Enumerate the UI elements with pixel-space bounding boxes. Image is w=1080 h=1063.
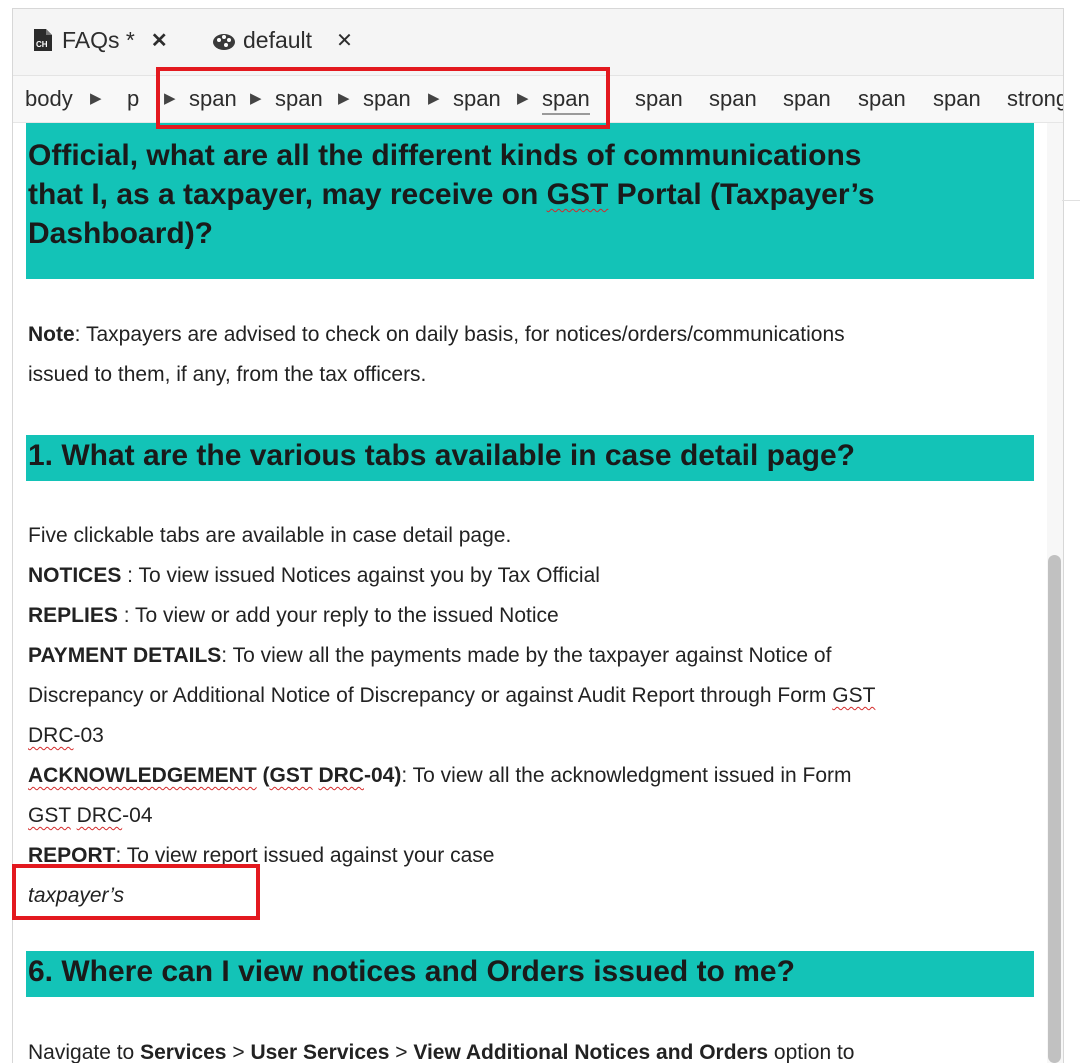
notices-line: NOTICES : To view issued Notices against… [28,564,600,587]
side-divider [1062,200,1080,201]
tab-faqs-label: FAQs * [62,26,135,53]
breadcrumb-p[interactable]: p [127,86,139,112]
payment-line2: Discrepancy or Additional Notice of Disc… [28,684,876,707]
scrollbar-thumb[interactable] [1048,555,1061,1063]
editor-window: CH FAQs * ✕ default ✕ body ▶ p ▶ span ▶ … [12,8,1064,1063]
palette-icon [213,34,235,50]
ack-line1: ACKNOWLEDGEMENT (GST DRC-04): To view al… [28,764,852,787]
replies-line: REPLIES : To view or add your reply to t… [28,604,559,627]
payment-line3: DRC-03 [28,724,104,747]
breadcrumb-span-1[interactable]: span [189,86,237,112]
breadcrumb-span-8[interactable]: span [783,86,831,112]
breadcrumb-span-10[interactable]: span [933,86,981,112]
breadcrumb-body[interactable]: body [25,86,73,112]
tab-default-label: default [243,26,313,53]
taxpayers-italic-text: taxpayer’s [28,884,125,907]
breadcrumb-arrow-icon: ▶ [90,90,102,107]
vertical-scrollbar[interactable] [1047,123,1063,1063]
breadcrumb-span-7[interactable]: span [709,86,757,112]
breadcrumb-span-5-active[interactable]: span [542,86,590,115]
tabs-intro: Five clickable tabs are available in cas… [28,524,512,547]
navigate-line: Navigate to Services > User Services > V… [28,1041,855,1063]
breadcrumb-arrow-icon: ▶ [517,90,529,107]
report-line: REPORT: To view report issued against yo… [28,844,495,867]
document-cn-icon: CH [34,29,52,51]
document-content[interactable]: Official, what are all the different kin… [13,123,1063,1063]
heading-q6: 6. Where can I view notices and Orders i… [26,951,1034,997]
heading-top-band: Official, what are all the different kin… [26,123,1034,279]
tab-default[interactable]: default ✕ [211,23,353,57]
tab-default-close-icon[interactable]: ✕ [336,28,353,53]
svg-text:CH: CH [36,40,48,49]
note-line2: issued to them, if any, from the tax off… [28,363,427,386]
payment-line1: PAYMENT DETAILS: To view all the payment… [28,644,832,667]
heading-q1: 1. What are the various tabs available i… [26,435,1034,481]
breadcrumb-arrow-icon: ▶ [338,90,350,107]
breadcrumb-span-9[interactable]: span [858,86,906,112]
breadcrumb-span-3[interactable]: span [363,86,411,112]
breadcrumb-arrow-icon: ▶ [250,90,262,107]
breadcrumb-arrow-icon: ▶ [164,90,176,107]
element-breadcrumb: body ▶ p ▶ span ▶ span ▶ span ▶ span ▶ s… [13,76,1063,123]
breadcrumb-strong[interactable]: strong [1007,86,1063,112]
heading-top-line4: Dashboard)? [28,217,214,250]
heading-top-line3: that I, as a taxpayer, may receive on GS… [28,178,875,211]
tab-bar: CH FAQs * ✕ default ✕ [13,9,1063,76]
breadcrumb-arrow-icon: ▶ [428,90,440,107]
note-line1: Note: Taxpayers are advised to check on … [28,323,845,346]
tab-faqs-close-icon[interactable]: ✕ [151,28,168,53]
breadcrumb-span-4[interactable]: span [453,86,501,112]
breadcrumb-span-6[interactable]: span [635,86,683,112]
tab-faqs[interactable]: CH FAQs * ✕ [30,23,168,57]
heading-top-line2: Official, what are all the different kin… [28,139,862,172]
ack-line2: GST DRC-04 [28,804,153,827]
breadcrumb-span-2[interactable]: span [275,86,323,112]
